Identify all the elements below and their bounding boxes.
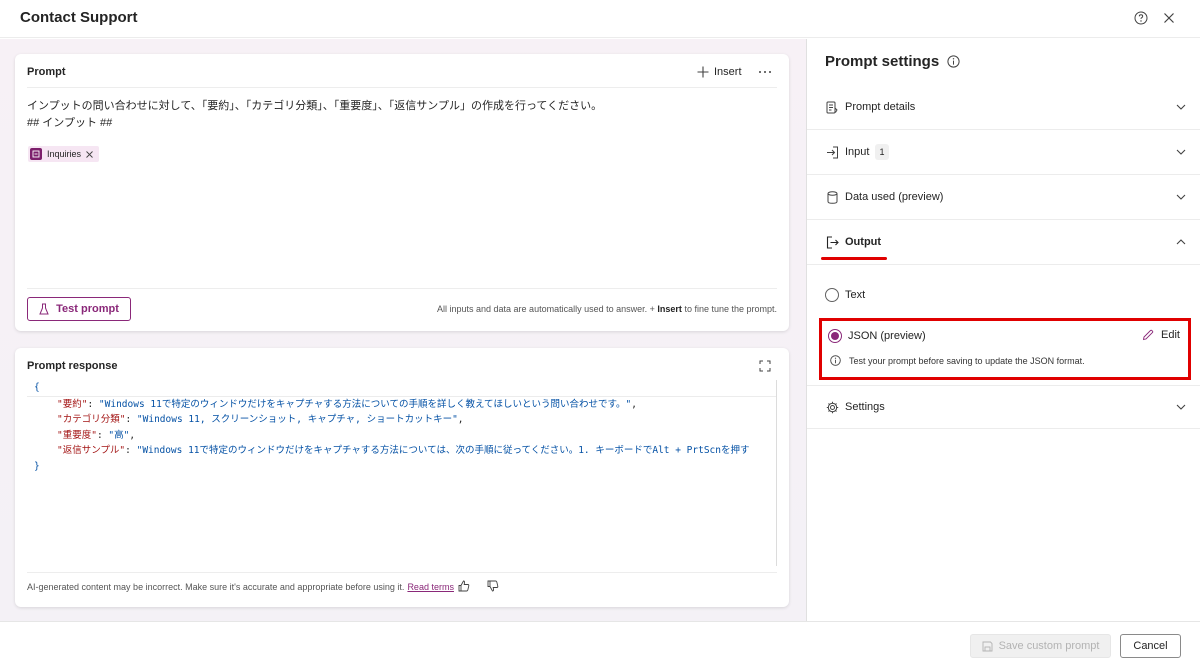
output-option-json-label: JSON (preview)	[848, 330, 926, 342]
settings-title-text: Prompt settings	[825, 53, 940, 70]
more-options-icon[interactable]	[755, 62, 775, 82]
edit-json-label: Edit	[1161, 329, 1180, 341]
response-footer-divider	[27, 572, 777, 573]
ai-disclaimer: AI-generated content may be incorrect. M…	[27, 582, 454, 592]
section-settings-label: Settings	[845, 401, 885, 413]
prompt-header-divider	[27, 87, 777, 88]
output-option-text[interactable]: Text	[825, 288, 865, 302]
section-input-label: Input	[845, 146, 870, 158]
section-output[interactable]: Output	[807, 221, 1200, 265]
section-prompt-details[interactable]: Prompt details	[807, 86, 1200, 130]
title-bar: Contact Support	[0, 0, 1200, 38]
prompt-response-card: Prompt response { "要約": "Windows 11で特定のウ…	[15, 348, 789, 607]
code-close-brace: }	[34, 460, 40, 472]
chevron-down-icon	[1176, 404, 1186, 410]
thumbs-down-icon[interactable]	[485, 578, 501, 594]
prompt-card: Prompt Insert インプットの問い合わせに対して、「要約」、「カテゴリ…	[15, 54, 789, 331]
edit-json-button[interactable]: Edit	[1142, 329, 1180, 341]
code-line-summary: "要約": "Windows 11で特定のウィンドウだけをキャプチャする方法につ…	[57, 398, 637, 410]
chevron-down-icon	[1176, 149, 1186, 155]
output-option-text-label: Text	[845, 289, 866, 301]
prompt-line-input-heading: ## インプット ##	[27, 117, 113, 129]
section-prompt-details-label: Prompt details	[845, 101, 916, 113]
gear-icon	[825, 400, 839, 414]
output-option-json[interactable]: JSON (preview)	[828, 329, 926, 343]
test-prompt-button[interactable]: Test prompt	[27, 297, 131, 321]
insert-button[interactable]: Insert	[697, 62, 742, 82]
save-custom-prompt-button[interactable]: Save custom prompt	[970, 634, 1111, 658]
section-settings[interactable]: Settings	[807, 385, 1200, 429]
json-info-text: Test your prompt before saving to update…	[849, 355, 1085, 366]
pencil-icon	[1142, 329, 1154, 341]
hint-text-end: to fine tune the prompt.	[684, 304, 777, 314]
json-info-message: Test your prompt before saving to update…	[830, 355, 1085, 366]
document-icon	[825, 100, 839, 114]
prompt-line-instruction: インプットの問い合わせに対して、「要約」、「カテゴリ分類」、「重要度」、「返信サ…	[27, 100, 603, 112]
code-line-priority: "重要度": "高",	[57, 429, 136, 441]
json-output-highlight: JSON (preview) Edit Test your prompt bef…	[819, 318, 1191, 380]
test-prompt-label: Test prompt	[56, 303, 119, 315]
read-terms-link[interactable]: Read terms	[407, 582, 454, 592]
hint-text-insert: Insert	[657, 304, 682, 314]
prompt-settings-panel: Prompt settings Prompt details Input 1 D…	[806, 39, 1200, 621]
dialog-title: Contact Support	[20, 9, 138, 26]
radio-json[interactable]	[828, 329, 842, 343]
save-icon	[982, 641, 993, 651]
prompt-card-title: Prompt	[27, 66, 66, 78]
code-line-reply-sample: "返信サンプル": "Windows 11で特定のウィンドウだけをキャプチャする…	[57, 445, 750, 456]
section-data-used[interactable]: Data used (preview)	[807, 176, 1200, 220]
section-data-used-label: Data used (preview)	[845, 191, 944, 203]
prompt-footer-divider	[27, 288, 777, 289]
input-variable-icon	[30, 148, 42, 160]
sign-out-icon	[825, 235, 839, 249]
prompt-hint: All inputs and data are automatically us…	[437, 304, 777, 314]
thumbs-up-icon[interactable]	[456, 578, 472, 594]
prompt-workspace: Prompt Insert インプットの問い合わせに対して、「要約」、「カテゴリ…	[0, 39, 806, 621]
json-response-viewer[interactable]: { "要約": "Windows 11で特定のウィンドウだけをキャプチャする方法…	[27, 380, 777, 566]
save-button-label: Save custom prompt	[998, 640, 1100, 652]
plus-icon	[697, 66, 709, 78]
output-annotation-underline	[821, 257, 887, 260]
code-line-category: "カテゴリ分類": "Windows 11, スクリーンショット, キャプチャ,…	[57, 414, 464, 425]
code-open-brace: {	[27, 380, 776, 397]
cancel-button[interactable]: Cancel	[1120, 634, 1181, 658]
chevron-up-icon	[1176, 239, 1186, 245]
dialog-footer: Save custom prompt Cancel	[0, 621, 1200, 665]
response-card-title: Prompt response	[27, 360, 118, 372]
flask-icon	[39, 303, 49, 315]
sign-in-icon	[825, 145, 839, 159]
section-output-label: Output	[845, 236, 882, 248]
disclaimer-text: AI-generated content may be incorrect. M…	[27, 582, 405, 592]
inquiries-input-chip[interactable]: Inquiries	[28, 146, 100, 162]
database-icon	[825, 190, 839, 204]
chip-label: Inquiries	[47, 149, 82, 159]
prompt-editor[interactable]: インプットの問い合わせに対して、「要約」、「カテゴリ分類」、「重要度」、「返信サ…	[27, 98, 602, 132]
input-count-badge: 1	[875, 144, 889, 160]
hint-text-start: All inputs and data are automatically us…	[437, 304, 655, 314]
info-icon[interactable]	[947, 55, 960, 68]
chip-remove-icon[interactable]	[86, 150, 93, 158]
settings-panel-title: Prompt settings	[825, 53, 960, 70]
help-icon[interactable]	[1131, 8, 1151, 28]
expand-icon[interactable]	[755, 356, 775, 376]
radio-text[interactable]	[825, 288, 839, 302]
insert-button-label: Insert	[714, 66, 742, 78]
section-input[interactable]: Input 1	[807, 131, 1200, 175]
chevron-down-icon	[1176, 104, 1186, 110]
info-icon	[830, 355, 841, 366]
chevron-down-icon	[1176, 194, 1186, 200]
close-icon[interactable]	[1159, 8, 1179, 28]
